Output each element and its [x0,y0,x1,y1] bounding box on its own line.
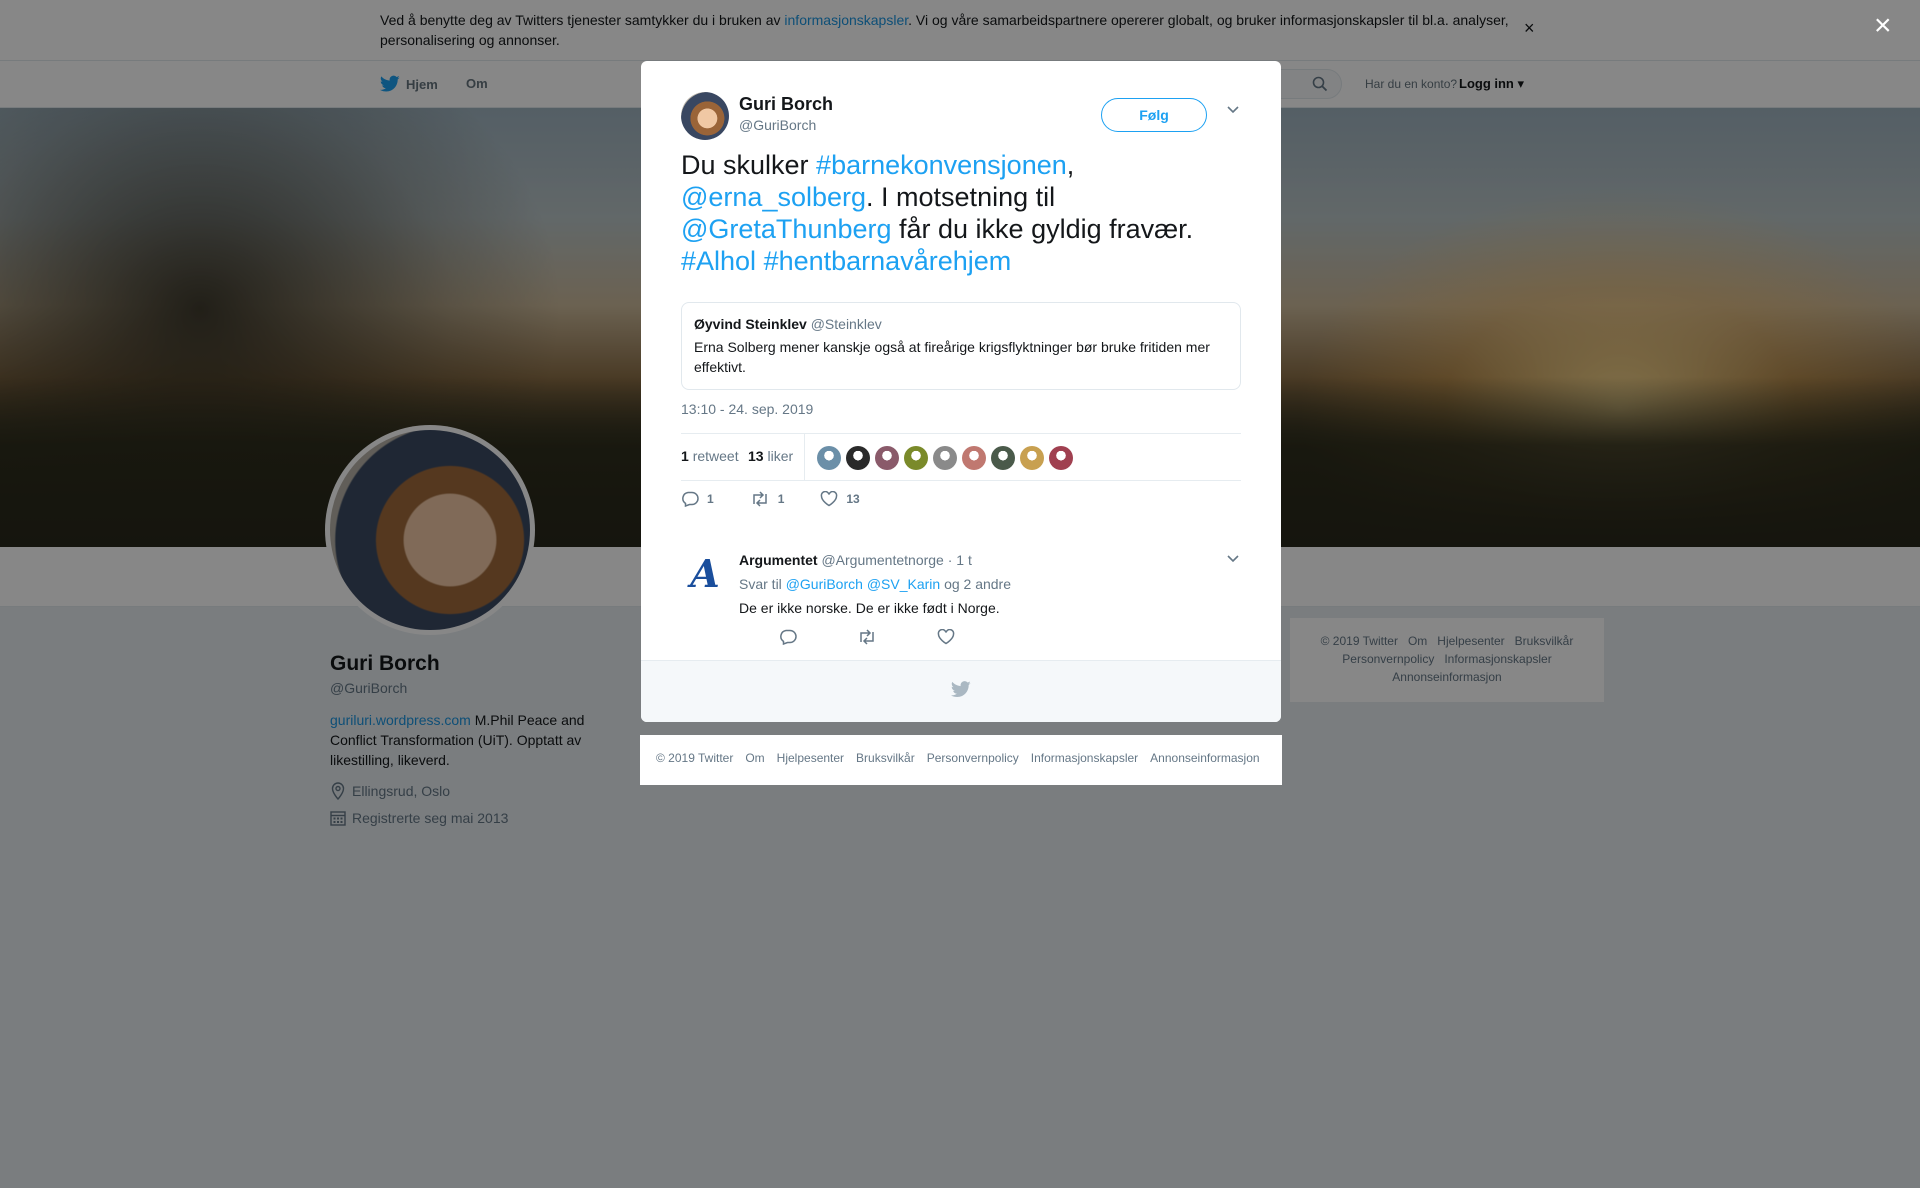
follow-button[interactable]: Følg [1101,98,1207,132]
heart-icon [821,491,838,507]
tweet-author-avatar[interactable] [681,92,729,140]
retweet-icon[interactable] [857,629,877,645]
footer-link-help[interactable]: Hjelpesenter [777,751,844,765]
reply-icon[interactable] [779,629,797,645]
stats-divider [804,434,805,480]
reply-time[interactable]: · 1 t [948,552,972,568]
liker-avatar[interactable] [846,446,870,470]
tweet-stats: 1 retweet 13 liker [681,433,1241,481]
retweet-label: retweet [692,448,739,464]
reply-to-line: Svar til @GuriBorch @SV_Karin og 2 andre [739,576,1011,592]
tweet-text-part: , [1066,150,1075,180]
tweet-text-part [756,246,764,276]
liker-avatar[interactable] [817,446,841,470]
reply-author-handle[interactable]: @Argumentetnorge [821,552,943,568]
liker-avatars [817,446,1073,470]
liker-avatar[interactable] [1049,446,1073,470]
tweet-author-handle[interactable]: @GuriBorch [739,117,816,133]
retweet-count: 1 [681,448,689,464]
tweet-author-name[interactable]: Guri Borch [739,94,833,115]
footer-link-om[interactable]: Om [745,751,764,765]
reply-header: Argumentet @Argumentetnorge · 1 t [739,552,972,568]
quoted-author-name: Øyvind Steinklev [694,316,807,332]
footer-copyright: © 2019 Twitter [656,751,734,765]
like-label: liker [767,448,794,464]
reply-action[interactable]: 1 [681,491,714,507]
tweet-text-part: . I motsetning til [866,182,1056,212]
quoted-tweet-header: Øyvind Steinklev @Steinklev [694,315,1228,333]
hashtag-link[interactable]: #barnekonvensjonen [816,150,1067,180]
like-action-count: 13 [846,492,860,506]
tweet-actions: 1 1 13 [681,491,896,507]
liker-avatar[interactable] [933,446,957,470]
heart-icon[interactable] [937,629,955,645]
footer-link-ads[interactable]: Annonseinformasjon [1150,751,1259,765]
reply-author-avatar[interactable]: A [681,554,729,594]
liker-avatar[interactable] [962,446,986,470]
mention-link[interactable]: @GretaThunberg [681,214,892,244]
retweet-stat[interactable]: 1 retweet [681,448,739,464]
tweet-text: Du skulker #barnekonvensjonen, @erna_sol… [681,149,1241,277]
reply-tweet[interactable]: A Argumentet @Argumentetnorge · 1 t Svar… [681,544,1241,654]
retweet-action[interactable]: 1 [750,491,785,507]
reply-actions [779,629,955,645]
mention-link[interactable]: @erna_solberg [681,182,866,212]
reply-icon [682,491,699,507]
close-modal-button[interactable]: × [1874,11,1892,41]
modal-bottom-links: © 2019 Twitter Om Hjelpesenter Bruksvilkår P… [640,735,1282,785]
footer-link-cookies[interactable]: Informasjonskapsler [1031,751,1138,765]
hashtag-link[interactable]: #Alhol [681,246,756,276]
retweet-icon [752,491,767,507]
liker-avatar[interactable] [1020,446,1044,470]
quoted-author-handle: @Steinklev [810,316,882,332]
tweet-timestamp[interactable]: 13:10 - 24. sep. 2019 [681,401,813,417]
hashtag-link[interactable]: #hentbarnavårehjem [764,246,1012,276]
retweet-action-count: 1 [777,492,785,506]
mention-link[interactable]: @GuriBorch [786,576,863,592]
mention-link[interactable]: @SV_Karin [867,576,940,592]
liker-avatar[interactable] [991,446,1015,470]
reply-to-others[interactable]: og 2 andre [944,576,1011,592]
reply-to-label: Svar til [739,576,782,592]
like-stat[interactable]: 13 liker [748,448,793,464]
twitter-bird-icon [951,681,971,697]
reply-count: 1 [707,492,714,506]
chevron-down-icon[interactable] [1226,554,1240,564]
footer-link-privacy[interactable]: Personvernpolicy [927,751,1019,765]
tweet-modal: Guri Borch @GuriBorch Følg Du skulker #b… [641,61,1281,722]
like-count: 13 [748,448,764,464]
modal-footer [641,660,1281,722]
reply-text: De er ikke norske. De er ikke født i Nor… [739,600,1000,616]
quoted-tweet-text: Erna Solberg mener kanskje også at fireå… [694,339,1210,375]
footer-link-terms[interactable]: Bruksvilkår [856,751,915,765]
quoted-tweet[interactable]: Øyvind Steinklev @Steinklev Erna Solberg… [681,302,1241,390]
tweet-text-part: får du ikke gyldig fravær. [891,214,1194,244]
liker-avatar[interactable] [904,446,928,470]
tweet-text-part: Du skulker [681,150,817,180]
like-action[interactable]: 13 [820,491,860,507]
reply-author-name[interactable]: Argumentet [739,552,818,568]
liker-avatar[interactable] [875,446,899,470]
chevron-down-icon[interactable] [1226,105,1240,115]
